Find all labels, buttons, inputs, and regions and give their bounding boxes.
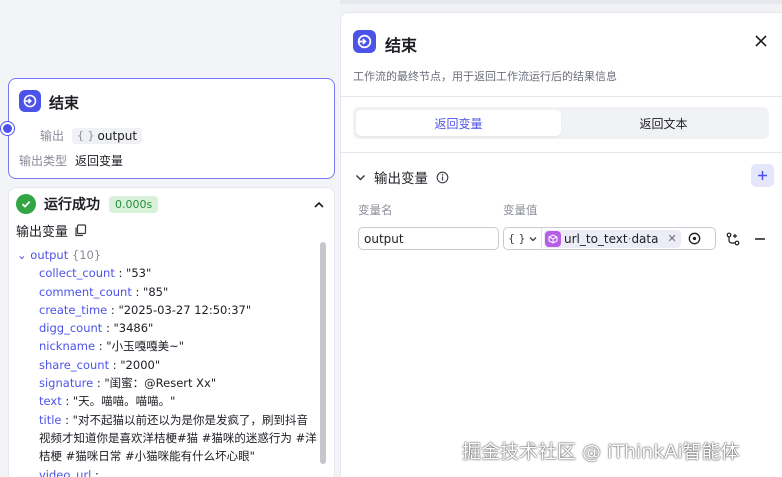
tab-return-text[interactable]: 返回文本 [561, 110, 766, 136]
output-vars-heading: 输出变量 [16, 221, 87, 240]
node-config-panel: 结束 工作流的最终节点，用于返回工作流运行后的结果信息 返回变量 返回文本 输出… [340, 12, 782, 477]
divider [341, 152, 782, 153]
json-field-colon: : [114, 266, 127, 281]
json-field-row: digg_count : "3486" [17, 319, 317, 337]
info-icon[interactable] [436, 171, 449, 184]
json-field-key: collect_count [39, 266, 115, 281]
branch-icon[interactable] [726, 232, 740, 246]
end-node-icon [353, 30, 376, 53]
end-node-title: 结束 [49, 94, 80, 112]
object-type-icon: { } [77, 129, 95, 142]
json-field-row: comment_count : "85" [17, 283, 317, 301]
json-field-row: create_time : "2025-03-27 12:50:37" [17, 301, 317, 319]
variable-reference-chip[interactable]: url_to_text · data ✕ [544, 229, 681, 248]
run-status-title: 运行成功 [44, 197, 100, 213]
col-header-name: 变量名 [358, 203, 393, 217]
node-output-tag: { } output [72, 127, 143, 144]
output-scrollbar[interactable] [320, 242, 326, 464]
json-field-row: video_url : [17, 466, 317, 477]
minus-icon[interactable] [753, 232, 767, 246]
json-field-key: digg_count [39, 321, 103, 336]
json-output-tree: ⌄ output {10} collect_count : "53" commen… [17, 246, 317, 477]
watermark: 掘金技术社区 @ iThinkAi智能体 [462, 441, 740, 463]
panel-title: 结束 [385, 36, 418, 55]
add-variable-button[interactable] [751, 164, 774, 187]
json-field-row: signature : "闺蜜：@Resert Xx" [17, 374, 317, 392]
json-field-value: "对不起猫以前还以为是你是发疯了，刷到抖音视频才知道你是喜欢洋桔梗#猫 #猫咪的… [39, 412, 317, 464]
json-field-key: share_count [39, 357, 110, 372]
variable-name-input[interactable] [358, 227, 499, 250]
run-header: 运行成功 0.000s [16, 194, 159, 214]
json-field-colon: : [109, 357, 121, 372]
json-field-key: comment_count [39, 284, 132, 299]
json-field-value: "闺蜜：@Resert Xx" [104, 376, 217, 391]
json-field-value: "2025-03-27 12:50:37" [118, 302, 252, 317]
json-root-key: output [30, 248, 69, 262]
json-field-colon: : [102, 321, 114, 336]
json-field-colon: : [107, 302, 119, 317]
ref-field-name: data [631, 231, 659, 246]
json-field-colon: : [95, 339, 107, 354]
divider [341, 96, 782, 97]
json-field-value: "小玉嘎嘎美~" [106, 339, 184, 354]
ref-node-name: url_to_text [564, 231, 628, 246]
variable-value-field[interactable]: { } url_to_text · data ✕ [503, 227, 716, 250]
json-field-row: share_count : "2000" [17, 356, 317, 374]
node-output-name: output [97, 128, 138, 143]
json-field-colon: : [93, 376, 105, 391]
col-header-value: 变量值 [503, 203, 538, 217]
json-field-colon: : [131, 284, 144, 299]
json-field-value: "2000" [120, 357, 161, 372]
json-field-colon: : [91, 467, 99, 477]
output-vars-section-header[interactable]: 输出变量 [355, 167, 449, 187]
json-field-key: nickname [39, 339, 96, 354]
json-field-row: title : "对不起猫以前还以为是你是发疯了，刷到抖音视频才知道你是喜欢洋桔… [17, 411, 317, 466]
output-vars-label: 输出变量 [16, 225, 69, 240]
node-type-row: 输出类型 返回变量 [19, 152, 123, 169]
json-field-row: text : "天。喵喵。喵喵。" [17, 392, 317, 410]
json-field-colon: : [61, 412, 73, 427]
json-root-count: {10} [71, 248, 102, 262]
tab-return-variable[interactable]: 返回变量 [356, 110, 561, 136]
json-field-key: video_url [39, 467, 92, 477]
node-input-handle[interactable] [1, 122, 14, 135]
plugin-cube-icon [545, 230, 561, 247]
json-field-key: text [39, 394, 62, 409]
clear-icon[interactable]: ✕ [667, 232, 676, 245]
node-output-row: 输出 { } output [40, 127, 143, 144]
node-type-label: 输出类型 [19, 154, 68, 168]
end-node-card[interactable]: 结束 输出 { } output 输出类型 返回变量 [8, 78, 335, 179]
node-type-value: 返回变量 [75, 154, 124, 168]
json-root-row[interactable]: ⌄ output {10} [17, 246, 317, 264]
close-icon[interactable] [754, 34, 768, 48]
copy-icon[interactable] [74, 224, 87, 237]
json-field-key: create_time [39, 302, 108, 317]
output-vars-section-title: 输出变量 [374, 171, 428, 187]
panel-description: 工作流的最终节点，用于返回工作流运行后的结果信息 [353, 70, 617, 83]
return-mode-tabs: 返回变量 返回文本 [353, 107, 769, 139]
json-fields: collect_count : "53" comment_count : "85"… [17, 264, 317, 477]
json-field-key: title [39, 412, 62, 427]
chevron-down-icon[interactable] [355, 172, 366, 183]
plus-icon [758, 171, 767, 180]
target-icon[interactable] [688, 232, 701, 245]
json-field-value: "53" [126, 266, 152, 281]
json-field-key: signature [39, 376, 94, 391]
chevron-down-icon [529, 236, 536, 241]
node-output-label: 输出 [40, 129, 65, 143]
json-field-value: "天。喵喵。喵喵。" [72, 394, 176, 409]
json-field-value: "3486" [113, 321, 154, 336]
json-field-value: "85" [143, 284, 169, 299]
json-field-row: nickname : "小玉嘎嘎美~" [17, 337, 317, 355]
end-node-icon [19, 90, 41, 112]
value-type-select[interactable]: { } [504, 228, 542, 249]
run-time-badge: 0.000s [109, 195, 159, 213]
json-field-colon: : [61, 394, 73, 409]
check-circle-icon [16, 194, 36, 214]
object-type-icon: { } [508, 232, 526, 245]
chevron-up-icon[interactable] [311, 197, 327, 213]
chevron-down-icon[interactable]: ⌄ [17, 248, 27, 262]
json-field-row: collect_count : "53" [17, 264, 317, 282]
run-result-card: 运行成功 0.000s 输出变量 ⌄ output {10} collect_c… [8, 187, 335, 477]
